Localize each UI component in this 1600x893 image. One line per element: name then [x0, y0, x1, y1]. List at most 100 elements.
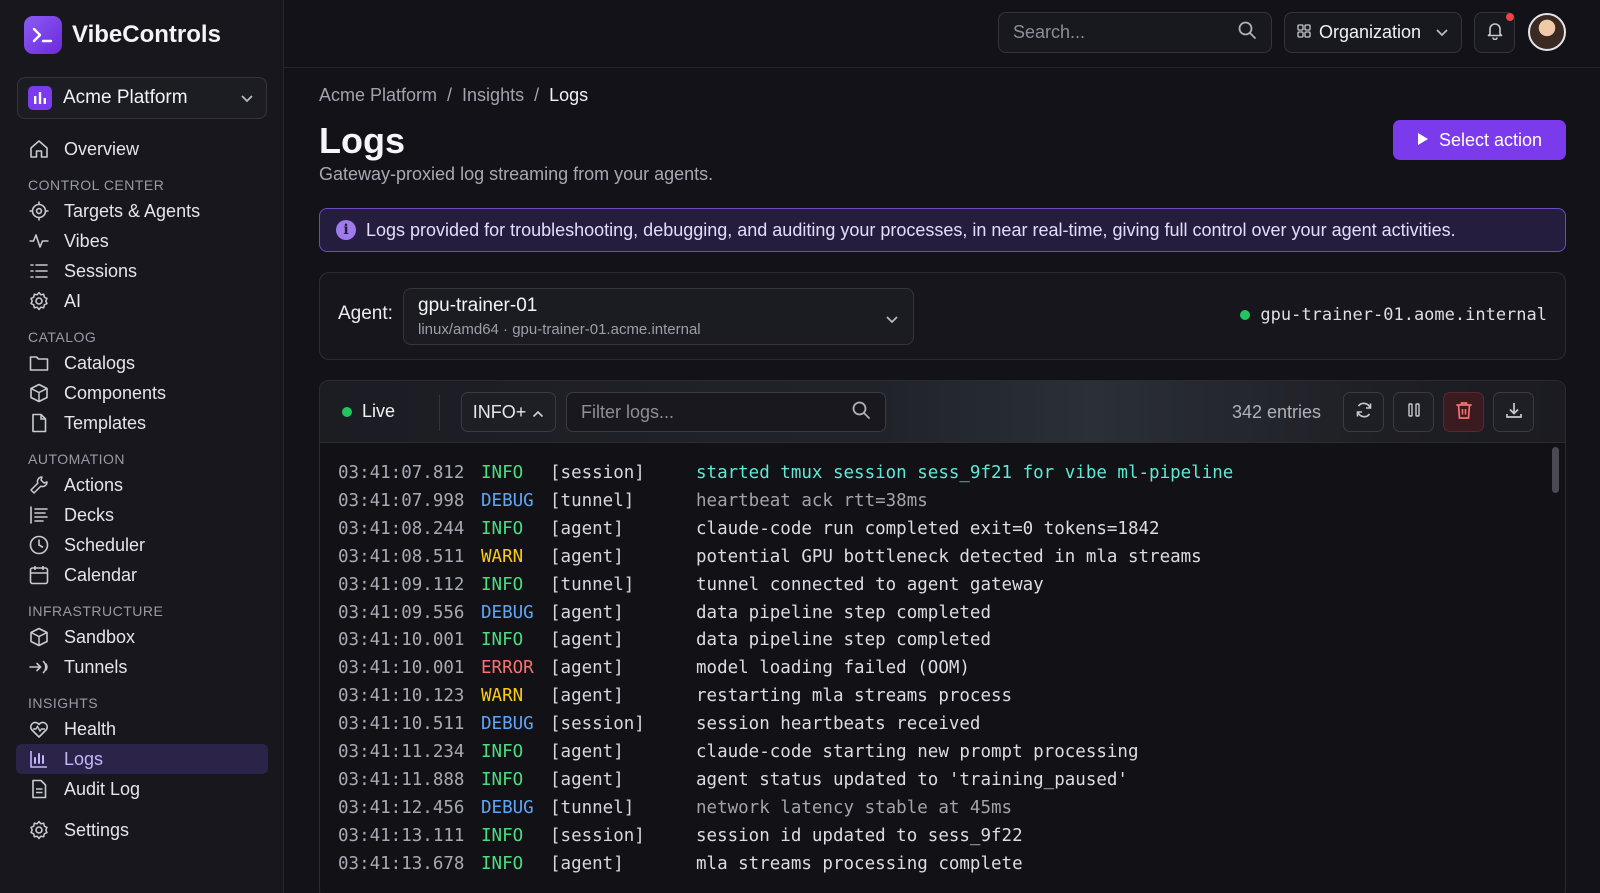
- search-icon: [1237, 20, 1257, 45]
- chevron-down-icon: [885, 309, 899, 330]
- pause-button[interactable]: [1393, 392, 1434, 432]
- log-level: INFO: [481, 518, 524, 539]
- log-timestamp: 03:41:10.001: [338, 658, 465, 679]
- main-content: Acme Platform / Insights / Logs Logs Gat…: [284, 68, 1600, 893]
- log-message: session heartbeats received: [696, 714, 981, 735]
- sidebar-item-health[interactable]: Health: [16, 714, 268, 744]
- page-subtitle: Gateway-proxied log streaming from your …: [319, 164, 714, 184]
- log-filter[interactable]: [566, 392, 886, 432]
- log-source: [tunnel]: [550, 574, 635, 595]
- project-chart-icon: [28, 86, 52, 110]
- pause-icon: [1406, 402, 1422, 423]
- log-source: [tunnel]: [550, 797, 635, 818]
- download-button[interactable]: [1493, 392, 1534, 432]
- live-indicator[interactable]: Live: [342, 401, 395, 422]
- log-level-label: INFO+: [472, 401, 527, 422]
- document-icon: [28, 778, 50, 800]
- info-banner: i Logs provided for troubleshooting, deb…: [319, 208, 1566, 252]
- sidebar-item-overview[interactable]: Overview: [16, 134, 268, 164]
- terminal-logo-icon: [24, 16, 62, 54]
- sidebar-item-sessions[interactable]: Sessions: [16, 256, 268, 286]
- select-action-button[interactable]: Select action: [1393, 120, 1566, 160]
- log-source: [agent]: [550, 658, 624, 679]
- organization-selector[interactable]: Organization: [1284, 12, 1462, 53]
- sidebar-item-settings[interactable]: Settings: [16, 815, 268, 845]
- top-bar: Organization: [284, 0, 1600, 68]
- sidebar-item-label: AI: [64, 290, 82, 311]
- sidebar-item-label: Actions: [64, 474, 124, 495]
- nav-section-title: AUTOMATION: [28, 451, 126, 467]
- global-search[interactable]: [998, 12, 1272, 53]
- download-icon: [1504, 400, 1524, 425]
- brand[interactable]: VibeControls: [24, 16, 221, 54]
- user-avatar[interactable]: [1528, 13, 1566, 51]
- log-level: DEBUG: [481, 714, 534, 735]
- log-source: [agent]: [550, 602, 624, 623]
- bar-chart-icon: [28, 748, 50, 770]
- search-input[interactable]: [1013, 22, 1237, 43]
- agent-selector[interactable]: gpu-trainer-01 linux/amd64 · gpu-trainer…: [403, 288, 914, 345]
- sidebar-item-label: Templates: [64, 412, 147, 433]
- notifications-button[interactable]: [1474, 12, 1515, 53]
- sidebar-item-tunnels[interactable]: Tunnels: [16, 652, 268, 682]
- info-icon: i: [336, 220, 356, 240]
- breadcrumb-item[interactable]: Insights: [462, 85, 524, 106]
- log-message: claude-code run completed exit=0 tokens=…: [696, 518, 1160, 539]
- notification-dot: [1506, 13, 1514, 21]
- filter-logs-input[interactable]: [581, 401, 851, 423]
- chevron-down-icon: [1435, 22, 1449, 43]
- project-selector[interactable]: Acme Platform: [17, 77, 267, 119]
- log-source: [agent]: [550, 769, 624, 790]
- sidebar-item-templates[interactable]: Templates: [16, 408, 268, 438]
- sidebar-item-label: Sandbox: [64, 626, 136, 647]
- sidebar-item-actions[interactable]: Actions: [16, 470, 268, 500]
- log-message: heartbeat ack rtt=38ms: [696, 490, 928, 511]
- organization-label: Organization: [1319, 22, 1422, 42]
- sidebar-item-vibes[interactable]: Vibes: [16, 226, 268, 256]
- log-timestamp: 03:41:10.123: [338, 686, 465, 707]
- log-message: data pipeline step completed: [696, 602, 992, 623]
- sidebar-item-audit-log[interactable]: Audit Log: [16, 774, 268, 804]
- sidebar-item-scheduler[interactable]: Scheduler: [16, 530, 268, 560]
- list-icon: [28, 260, 50, 282]
- log-stream[interactable]: 03:41:07.812 INFO [session] started tmux se…: [320, 443, 1565, 893]
- log-timestamp: 03:41:09.112: [338, 574, 465, 595]
- clear-logs-button[interactable]: [1443, 392, 1484, 432]
- refresh-button[interactable]: [1343, 392, 1384, 432]
- folder-icon: [28, 352, 50, 374]
- sidebar-item-logs[interactable]: Logs: [16, 744, 268, 774]
- live-dot: [342, 406, 352, 417]
- log-timestamp: 03:41:13.111: [338, 825, 465, 846]
- log-level: DEBUG: [481, 602, 534, 623]
- sidebar-item-label: Vibes: [64, 230, 109, 251]
- log-message: tunnel connected to agent gateway: [696, 574, 1044, 595]
- search-icon: [851, 400, 871, 425]
- sidebar-item-label: Settings: [64, 819, 130, 840]
- log-message: restarting mla streams process: [696, 686, 1013, 707]
- sidebar-item-calendar[interactable]: Calendar: [16, 560, 268, 590]
- log-timestamp: 03:41:12.456: [338, 797, 465, 818]
- sidebar-item-sandbox[interactable]: Sandbox: [16, 622, 268, 652]
- log-toolbar: Live INFO+ 342 entries: [320, 381, 1565, 443]
- log-source: [agent]: [550, 630, 624, 651]
- log-source: [tunnel]: [550, 490, 635, 511]
- sidebar-item-decks[interactable]: Decks: [16, 500, 268, 530]
- log-source: [session]: [550, 825, 645, 846]
- sidebar-item-components[interactable]: Components: [16, 378, 268, 408]
- toolbar-divider: [439, 395, 440, 431]
- log-level: ERROR: [481, 658, 534, 679]
- log-level-filter[interactable]: INFO+: [461, 392, 556, 432]
- log-scrollbar[interactable]: [1552, 447, 1559, 493]
- agent-host-status: gpu-trainer-01.aome.internal: [1240, 305, 1547, 325]
- sidebar-item-label: Scheduler: [64, 534, 146, 555]
- breadcrumb-item[interactable]: Acme Platform: [319, 85, 437, 106]
- clock-icon: [28, 534, 50, 556]
- log-level: INFO: [481, 742, 524, 762]
- log-level: INFO: [481, 825, 524, 846]
- sidebar-item-ai[interactable]: AI: [16, 286, 268, 316]
- sidebar-item-catalogs[interactable]: Catalogs: [16, 348, 268, 378]
- sidebar-item-targets-agents[interactable]: Targets & Agents: [16, 196, 268, 226]
- sidebar-item-label: Decks: [64, 504, 115, 525]
